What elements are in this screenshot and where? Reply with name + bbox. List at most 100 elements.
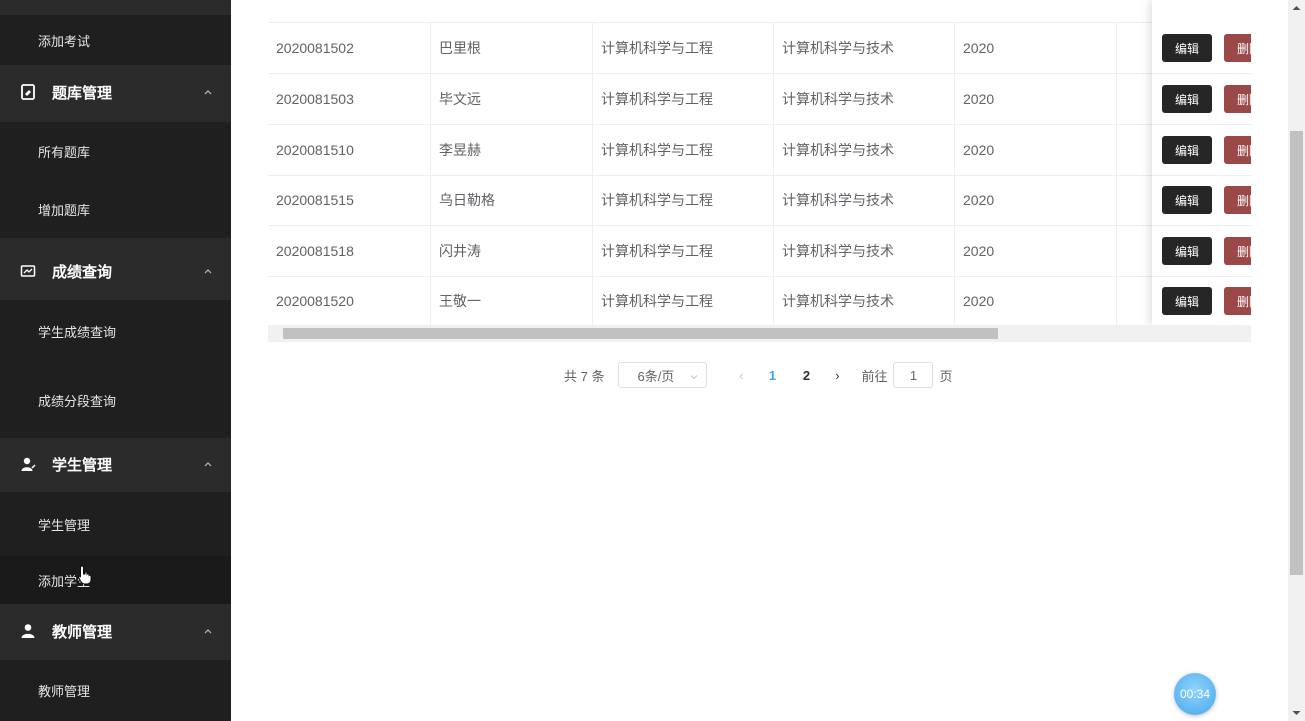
cell-student-id: 2020081502 bbox=[268, 23, 431, 73]
sidebar-item-label: 成绩分段查询 bbox=[38, 393, 117, 409]
jump-page-input[interactable] bbox=[893, 362, 934, 388]
sidebar-item-all-banks[interactable]: 所有题库 bbox=[0, 122, 231, 180]
sidebar-item-label: 学生成绩查询 bbox=[38, 324, 117, 340]
table-row: 2020081502 巴里根 计算机科学与工程 计算机科学与技术 2020 bbox=[268, 23, 1251, 74]
cell-college: 计算机科学与工程 bbox=[593, 23, 774, 73]
sidebar-group-students[interactable]: 学生管理 bbox=[0, 436, 231, 492]
cell-student-id: 2020081503 bbox=[268, 74, 431, 124]
cell-name: 李昱赫 bbox=[431, 125, 593, 175]
prev-page-button[interactable]: ‹ bbox=[727, 368, 755, 383]
cell-name: 王敬一 bbox=[431, 276, 593, 326]
sidebar-item-label: 教师管理 bbox=[38, 684, 91, 699]
scrollbar-thumb[interactable] bbox=[283, 328, 998, 339]
sidebar-item-student-scores[interactable]: 学生成绩查询 bbox=[0, 300, 231, 362]
edit-button[interactable]: 编辑 bbox=[1162, 287, 1212, 315]
edit-button[interactable]: 编辑 bbox=[1162, 85, 1212, 113]
cell-major: 计算机科学与技术 bbox=[774, 74, 955, 124]
cell-student-id: 2020081515 bbox=[268, 175, 431, 225]
document-icon bbox=[20, 84, 36, 100]
cell-major: 计算机科学与技术 bbox=[774, 125, 955, 175]
sidebar-item-student-manage[interactable]: 学生管理 bbox=[0, 492, 231, 556]
cell-student-id: 2020081518 bbox=[268, 226, 431, 276]
chevron-down-icon bbox=[691, 375, 698, 380]
chevron-up-icon bbox=[204, 462, 212, 467]
page-size-value: 6条/页 bbox=[637, 368, 675, 384]
sidebar-item-teacher-manage[interactable]: 教师管理 bbox=[0, 660, 231, 721]
cell-major: 计算机科学与技术 bbox=[774, 276, 955, 326]
delete-button[interactable]: 删除 bbox=[1224, 186, 1251, 214]
sidebar-item-add-bank[interactable]: 增加题库 bbox=[0, 180, 231, 238]
cell-major: 计算机科学与技术 bbox=[774, 23, 955, 73]
cell-college: 计算机科学与工程 bbox=[593, 125, 774, 175]
table-row: 2020081510 李昱赫 计算机科学与工程 计算机科学与技术 2020 bbox=[268, 125, 1251, 176]
sidebar-item-add-student[interactable]: 添加学生 bbox=[0, 556, 231, 604]
chevron-up-icon bbox=[204, 269, 212, 274]
table-row: 2020081520 王敬一 计算机科学与工程 计算机科学与技术 2020 bbox=[268, 276, 1251, 327]
page-1-button[interactable]: 1 bbox=[755, 368, 789, 383]
page-vertical-scrollbar[interactable] bbox=[1288, 0, 1305, 721]
cell-student-id: 2020081510 bbox=[268, 125, 431, 175]
pagination-total: 共 7 条 bbox=[564, 368, 605, 384]
pagination: 共 7 条 6条/页 ‹ 1 2 › 前往 页 bbox=[564, 362, 953, 388]
next-page-button[interactable]: › bbox=[823, 368, 851, 383]
operations-column: 编辑 删除 编辑 删除 编辑 删除 编辑 删除 编辑 删除 bbox=[1152, 0, 1251, 327]
edit-button[interactable]: 编辑 bbox=[1162, 34, 1212, 62]
page-size-select[interactable]: 6条/页 bbox=[618, 362, 708, 388]
sidebar-group-label: 教师管理 bbox=[52, 623, 113, 641]
page-2-button[interactable]: 2 bbox=[789, 368, 823, 383]
cell-college: 计算机科学与工程 bbox=[593, 226, 774, 276]
delete-button[interactable]: 删除 bbox=[1224, 85, 1251, 113]
operations-cell: 编辑 删除 bbox=[1152, 226, 1251, 277]
cell-college: 计算机科学与工程 bbox=[593, 74, 774, 124]
app: 添加考试 题库管理 所有题库 增加题库 成绩查询 学生成绩查询 成绩分段查询 学… bbox=[0, 0, 1305, 721]
operations-cell: 编辑 删除 bbox=[1152, 125, 1251, 176]
operations-cell: 编辑 删除 bbox=[1152, 175, 1251, 226]
edit-button[interactable]: 编辑 bbox=[1162, 186, 1212, 214]
chevron-up-icon bbox=[204, 90, 212, 95]
operations-cell: 编辑 删除 bbox=[1152, 23, 1251, 74]
hand-cursor-icon bbox=[78, 565, 92, 585]
table-row: 2020081515 乌日勒格 计算机科学与工程 计算机科学与技术 2020 bbox=[268, 175, 1251, 226]
edit-button[interactable]: 编辑 bbox=[1162, 237, 1212, 265]
sidebar-group-scores[interactable]: 成绩查询 bbox=[0, 243, 231, 299]
scroll-up-arrow-icon[interactable] bbox=[1292, 5, 1301, 11]
cell-name: 毕文远 bbox=[431, 74, 593, 124]
cell-name: 闪井涛 bbox=[431, 226, 593, 276]
scroll-down-arrow-icon[interactable] bbox=[1292, 710, 1301, 716]
cell-grade: 2020 bbox=[955, 125, 1117, 175]
operations-cell: 编辑 删除 bbox=[1152, 276, 1251, 327]
sidebar-group-label: 学生管理 bbox=[52, 456, 113, 474]
cell-grade: 2020 bbox=[955, 23, 1117, 73]
table-horizontal-scrollbar[interactable] bbox=[268, 325, 1251, 342]
delete-button[interactable]: 删除 bbox=[1224, 136, 1251, 164]
sidebar-item-label: 添加考试 bbox=[38, 33, 91, 49]
cell-name: 巴里根 bbox=[431, 23, 593, 73]
delete-button[interactable]: 删除 bbox=[1224, 34, 1251, 62]
cell-college: 计算机科学与工程 bbox=[593, 276, 774, 326]
sidebar-item-label: 所有题库 bbox=[38, 144, 91, 160]
cell-name: 乌日勒格 bbox=[431, 175, 593, 225]
edit-button[interactable]: 编辑 bbox=[1162, 136, 1212, 164]
cell-grade: 2020 bbox=[955, 74, 1117, 124]
cell-college: 计算机科学与工程 bbox=[593, 175, 774, 225]
sidebar-item-label: 学生管理 bbox=[38, 517, 91, 533]
cell-major: 计算机科学与技术 bbox=[774, 175, 955, 225]
sidebar-item-label: 增加题库 bbox=[38, 202, 91, 218]
table-row: 2020081518 闪井涛 计算机科学与工程 计算机科学与技术 2020 bbox=[268, 226, 1251, 277]
table-row: 2020081503 毕文远 计算机科学与工程 计算机科学与技术 2020 bbox=[268, 74, 1251, 125]
cell-grade: 2020 bbox=[955, 226, 1117, 276]
scrollbar-thumb[interactable] bbox=[1290, 131, 1303, 575]
cell-grade: 2020 bbox=[955, 276, 1117, 326]
delete-button[interactable]: 删除 bbox=[1224, 287, 1251, 315]
student-table: 2020081502 巴里根 计算机科学与工程 计算机科学与技术 2020 20… bbox=[268, 0, 1251, 343]
main-content: 2020081502 巴里根 计算机科学与工程 计算机科学与技术 2020 20… bbox=[231, 0, 1288, 721]
timer-badge[interactable]: 00:34 bbox=[1174, 673, 1216, 715]
sidebar-item-add-exam[interactable]: 添加考试 bbox=[0, 15, 231, 65]
sidebar: 添加考试 题库管理 所有题库 增加题库 成绩查询 学生成绩查询 成绩分段查询 学… bbox=[0, 0, 231, 721]
user-edit-icon bbox=[20, 456, 36, 472]
delete-button[interactable]: 删除 bbox=[1224, 237, 1251, 265]
sidebar-item-score-segments[interactable]: 成绩分段查询 bbox=[0, 362, 231, 438]
sidebar-group-question-bank[interactable]: 题库管理 bbox=[0, 64, 231, 120]
operations-cell: 编辑 删除 bbox=[1152, 74, 1251, 125]
sidebar-group-teachers[interactable]: 教师管理 bbox=[0, 603, 231, 659]
